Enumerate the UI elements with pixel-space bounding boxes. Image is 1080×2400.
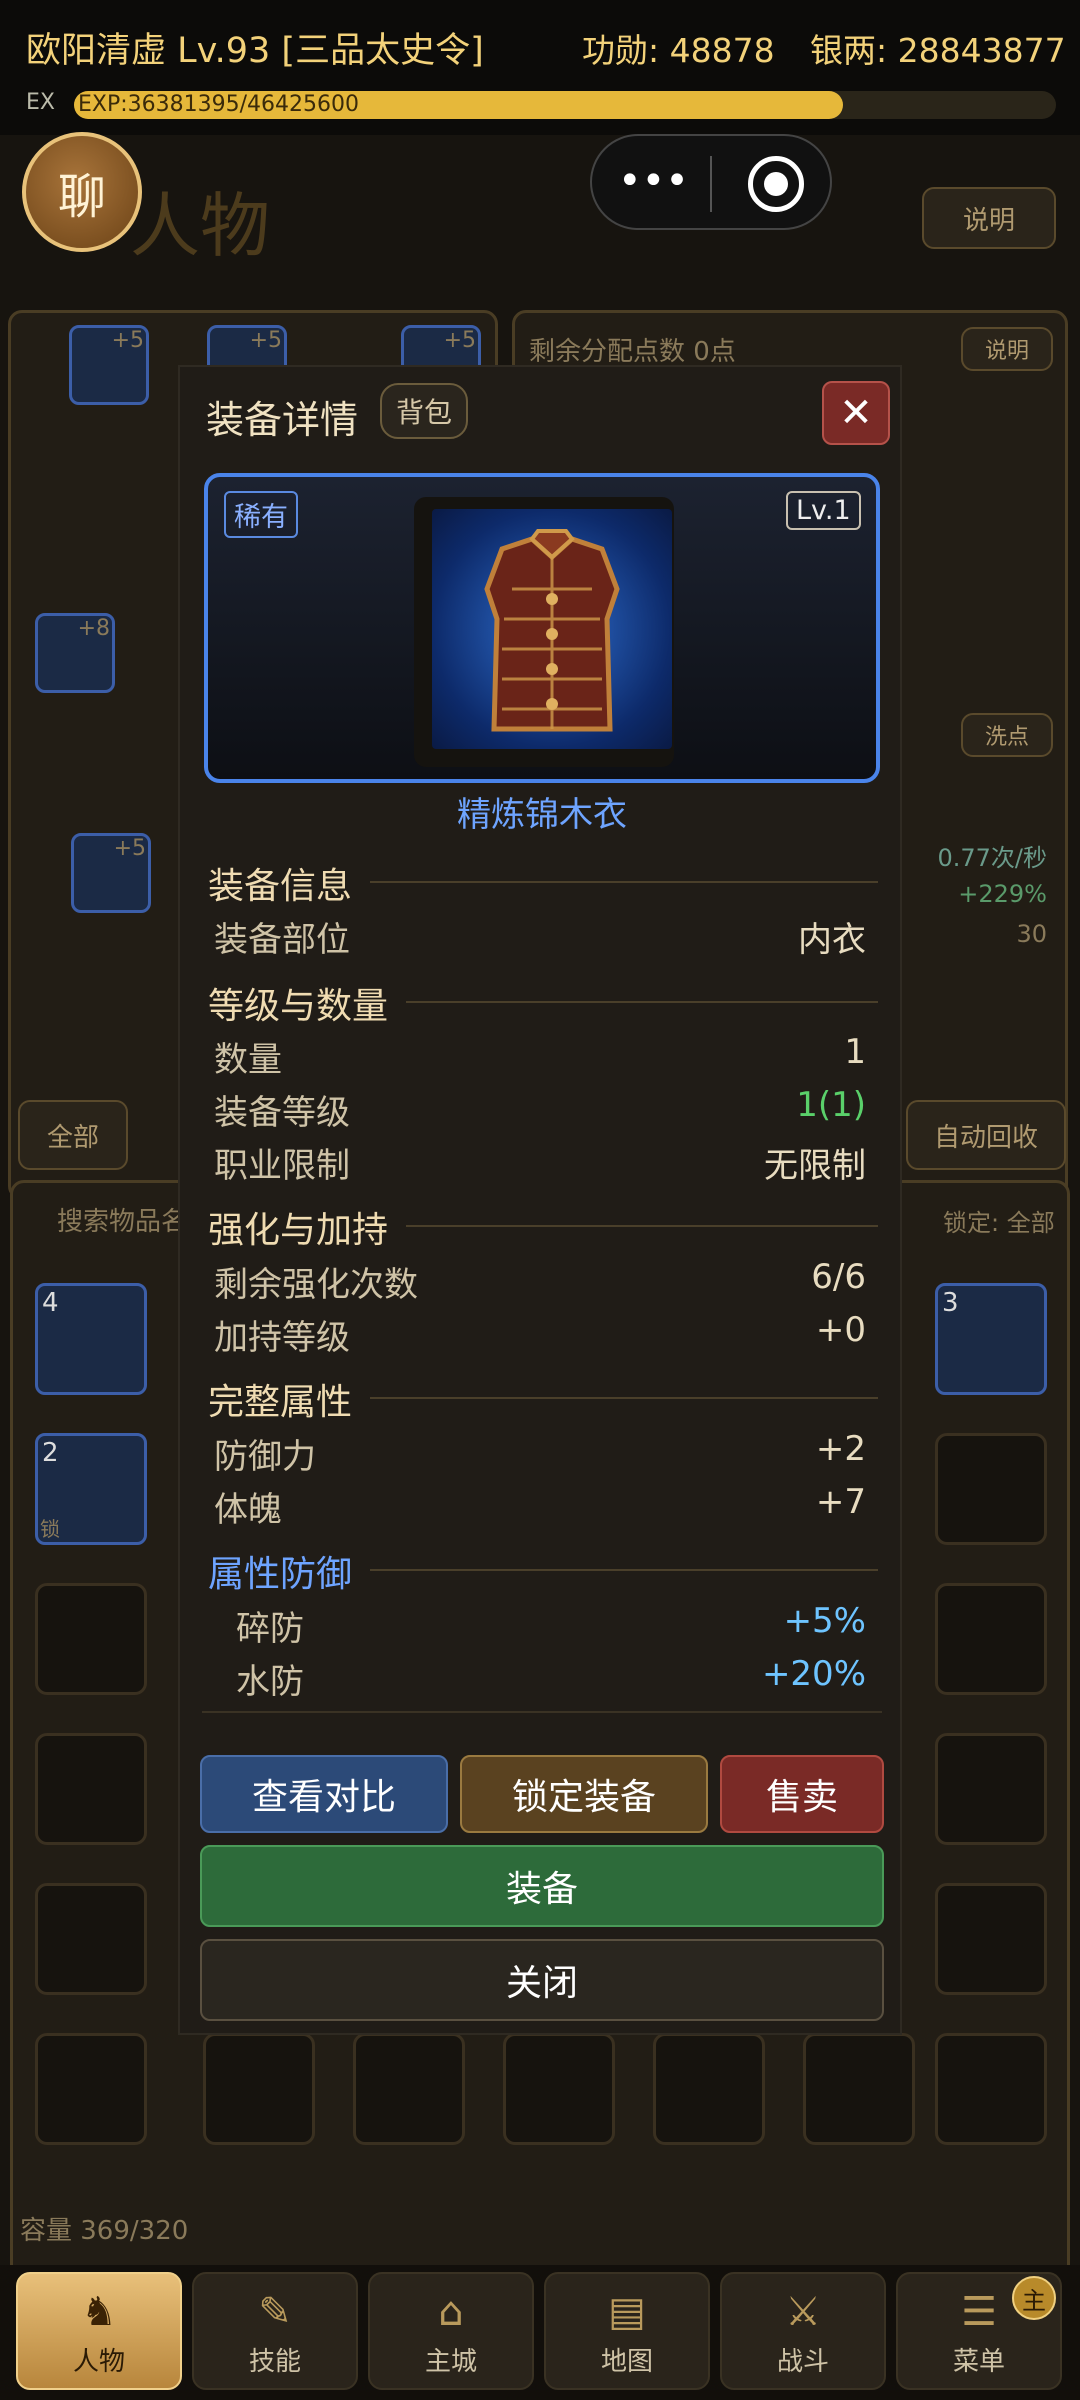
nav-battle[interactable]: ⚔ 战斗 [720,2272,886,2390]
item-name: 精炼锦木衣 [457,795,627,835]
equip-level-label: 装备等级 [214,1093,350,1133]
lock-equipment-button[interactable]: 锁定装备 [460,1755,708,1833]
points-remaining: 剩余分配点数 0点 [529,337,736,367]
water-defense-value: +20% [761,1654,866,1694]
points-explain-button[interactable]: 说明 [961,327,1053,371]
city-pagoda-icon: ⌂ [438,2289,464,2335]
nav-city[interactable]: ⌂ 主城 [368,2272,534,2390]
equipment-detail-modal: 装备详情 背包 ✕ 稀有 Lv.1 精炼锦木衣 装备信息 装备部位 内衣 等级与… [178,365,902,2035]
physique-label: 体魄 [214,1490,282,1530]
item-card: 稀有 Lv.1 [204,473,880,783]
search-input[interactable]: 搜索物品名 [57,1201,187,1238]
page-title-art: 人物 [130,185,270,267]
equip-slot[interactable]: +5 [71,833,151,913]
inventory-slot[interactable] [803,2033,915,2145]
equip-level-value: 1(1) [796,1085,866,1125]
filter-tab-all[interactable]: 全部 [18,1100,128,1170]
stat-value: 30 [1016,920,1047,948]
more-dots-icon[interactable]: ••• [618,158,689,204]
inventory-slot[interactable] [35,2033,147,2145]
section-enhance: 强化与加持 [208,1210,389,1251]
close-miniprogram-icon[interactable] [748,156,804,212]
miniprogram-capsule: ••• [590,134,832,230]
lock-filter[interactable]: 锁定: 全部 [943,1203,1055,1238]
chat-button[interactable]: 聊 [22,132,142,252]
compare-button[interactable]: 查看对比 [200,1755,448,1833]
exp-bar: EXP:36381395/46425600 [74,91,1056,119]
sell-button[interactable]: 售卖 [720,1755,884,1833]
auto-recycle-button[interactable]: 自动回收 [906,1100,1066,1170]
bless-level-value: +0 [815,1310,866,1350]
player-name-level: 欧阳清虚 Lv.93 [三品太史令] [26,31,484,71]
attack-rate: 0.77次/秒 [937,844,1047,872]
silver-counter: 银两: 28843877 [810,31,1066,70]
water-defense-label: 水防 [236,1662,304,1702]
menu-scroll-icon: ☰ [961,2289,997,2335]
bag-tag: 背包 [380,383,468,439]
section-equip-info: 装备信息 [208,866,353,907]
bonus-pct: +229% [958,880,1047,908]
wash-points-button[interactable]: 洗点 [961,713,1053,757]
inventory-slot[interactable] [35,1883,147,1995]
equip-slot[interactable]: +8 [35,613,115,693]
inventory-item[interactable]: 4 [35,1283,147,1395]
bless-level-label: 加持等级 [214,1318,350,1358]
defense-value: +2 [815,1429,866,1469]
section-level-quantity: 等级与数量 [208,986,389,1027]
inventory-slot[interactable] [353,2033,465,2145]
enhance-remaining-label: 剩余强化次数 [214,1265,418,1305]
equip-button[interactable]: 装备 [200,1845,884,1927]
slot-value: 内衣 [798,920,866,960]
main-badge: 主 [1012,2276,1056,2320]
crush-defense-value: +5% [783,1601,866,1641]
character-icon: ♞ [81,2289,117,2335]
modal-title: 装备详情 [206,398,359,442]
crush-defense-label: 碎防 [236,1609,304,1649]
nav-map[interactable]: ▤ 地图 [544,2272,710,2390]
map-scroll-icon: ▤ [608,2289,646,2335]
inventory-capacity: 容量 369/320 [20,2216,189,2246]
class-restriction-value: 无限制 [764,1146,866,1186]
inventory-slot[interactable] [203,2033,315,2145]
inventory-slot[interactable] [935,1583,1047,1695]
level-badge: Lv.1 [786,491,861,530]
quantity-label: 数量 [214,1040,282,1080]
skill-scroll-icon: ✎ [258,2289,292,2335]
close-icon[interactable]: ✕ [822,381,890,445]
inventory-slot[interactable] [935,1433,1047,1545]
quantity-value: 1 [844,1032,866,1072]
section-element-defense: 属性防御 [208,1554,353,1595]
crossed-swords-icon: ⚔ [785,2289,821,2335]
nav-skills[interactable]: ✎ 技能 [192,2272,358,2390]
inventory-slot[interactable] [935,1883,1047,1995]
ex-label: EX [26,90,55,115]
enhance-remaining-value: 6/6 [811,1257,866,1297]
equip-slot[interactable]: +5 [69,325,149,405]
item-icon-frame [414,497,674,767]
merit-counter: 功勋: 48878 [582,31,775,70]
inventory-slot[interactable] [35,1733,147,1845]
class-restriction-label: 职业限制 [214,1146,350,1186]
close-button[interactable]: 关闭 [200,1939,884,2021]
defense-label: 防御力 [214,1437,316,1477]
rarity-badge: 稀有 [224,491,298,538]
inventory-slot[interactable] [503,2033,615,2145]
inventory-slot[interactable] [935,1733,1047,1845]
slot-label: 装备部位 [214,920,350,960]
section-full-attributes: 完整属性 [208,1382,353,1423]
inventory-slot[interactable] [35,1583,147,1695]
explain-button[interactable]: 说明 [922,187,1056,249]
vest-icon [432,509,672,749]
nav-character[interactable]: ♞ 人物 [16,2272,182,2390]
top-status-bar: 欧阳清虚 Lv.93 [三品太史令] 功勋: 48878 银两: 2884387… [0,0,1080,135]
physique-value: +7 [815,1482,866,1522]
inventory-slot[interactable] [653,2033,765,2145]
exp-text: EXP:36381395/46425600 [78,92,360,117]
inventory-item[interactable]: 2锁 [35,1433,147,1545]
inventory-item[interactable]: 3 [935,1283,1047,1395]
inventory-slot[interactable] [935,2033,1047,2145]
